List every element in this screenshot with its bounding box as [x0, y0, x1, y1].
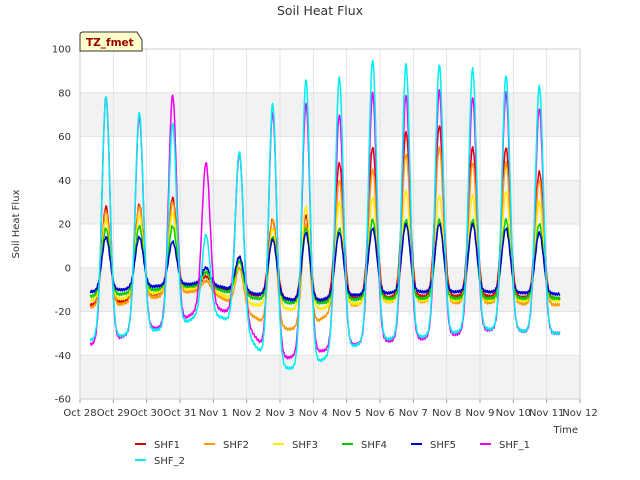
legend-label: SHF1 — [154, 440, 180, 451]
y-tick-label: 60 — [58, 132, 71, 143]
legend-label: SHF5 — [430, 440, 456, 451]
x-tick-label: Nov 4 — [299, 408, 328, 419]
x-tick-label: Nov 2 — [232, 408, 261, 419]
site-annotation: TZ_fmet — [79, 31, 143, 52]
soil-heat-flux-chart: Soil Heat Flux -60 -40 -20 0 20 40 60 80 100 Oct… — [11, 3, 598, 467]
y-band — [80, 180, 580, 224]
y-axis-label: Soil Heat Flux — [11, 189, 22, 258]
chart-title: Soil Heat Flux — [277, 3, 363, 18]
x-tick-label: Nov 8 — [432, 408, 461, 419]
annotation-text: TZ_fmet — [86, 37, 134, 49]
y-tick-label: -60 — [55, 395, 71, 406]
x-tick-label: Nov 7 — [399, 408, 428, 419]
x-tick-label: Oct 29 — [97, 408, 130, 419]
x-tick-label: Nov 6 — [365, 408, 394, 419]
x-tick-label: Nov 10 — [496, 408, 531, 419]
x-tick-label: Oct 31 — [163, 408, 196, 419]
y-tick-label: 80 — [58, 88, 71, 99]
legend-label: SHF_2 — [154, 456, 185, 467]
y-tick-label: 20 — [58, 220, 71, 231]
x-tick-label: Nov 12 — [562, 408, 597, 419]
x-tick-label: Nov 5 — [332, 408, 361, 419]
x-tick-label: Nov 3 — [265, 408, 294, 419]
y-band — [80, 355, 580, 399]
y-tick-label: -40 — [55, 351, 71, 362]
y-tick-label: 40 — [58, 176, 71, 187]
legend-label: SHF_1 — [499, 440, 530, 451]
x-tick-label: Oct 28 — [63, 408, 96, 419]
y-axis-ticks: -60 -40 -20 0 20 40 60 80 100 — [52, 45, 71, 406]
y-tick-label: 100 — [52, 45, 71, 56]
legend-label: SHF2 — [223, 440, 249, 451]
y-tick-label: 0 — [65, 263, 71, 274]
legend-label: SHF4 — [361, 440, 387, 451]
x-tick-label: Nov 9 — [465, 408, 494, 419]
x-axis-ticks: Oct 28 Oct 29 Oct 30 Oct 31 Nov 1 Nov 2 Nov 3 N… — [63, 399, 598, 419]
x-tick-label: Nov 1 — [199, 408, 228, 419]
y-tick-label: -20 — [55, 307, 71, 318]
x-tick-label: Nov 11 — [529, 408, 564, 419]
x-tick-label: Oct 30 — [130, 408, 163, 419]
legend-label: SHF3 — [292, 440, 318, 451]
x-axis-label: Time — [553, 425, 578, 436]
legend: SHF1 SHF2 SHF3 SHF4 SHF5 SHF_1 SHF_2 — [135, 440, 530, 467]
